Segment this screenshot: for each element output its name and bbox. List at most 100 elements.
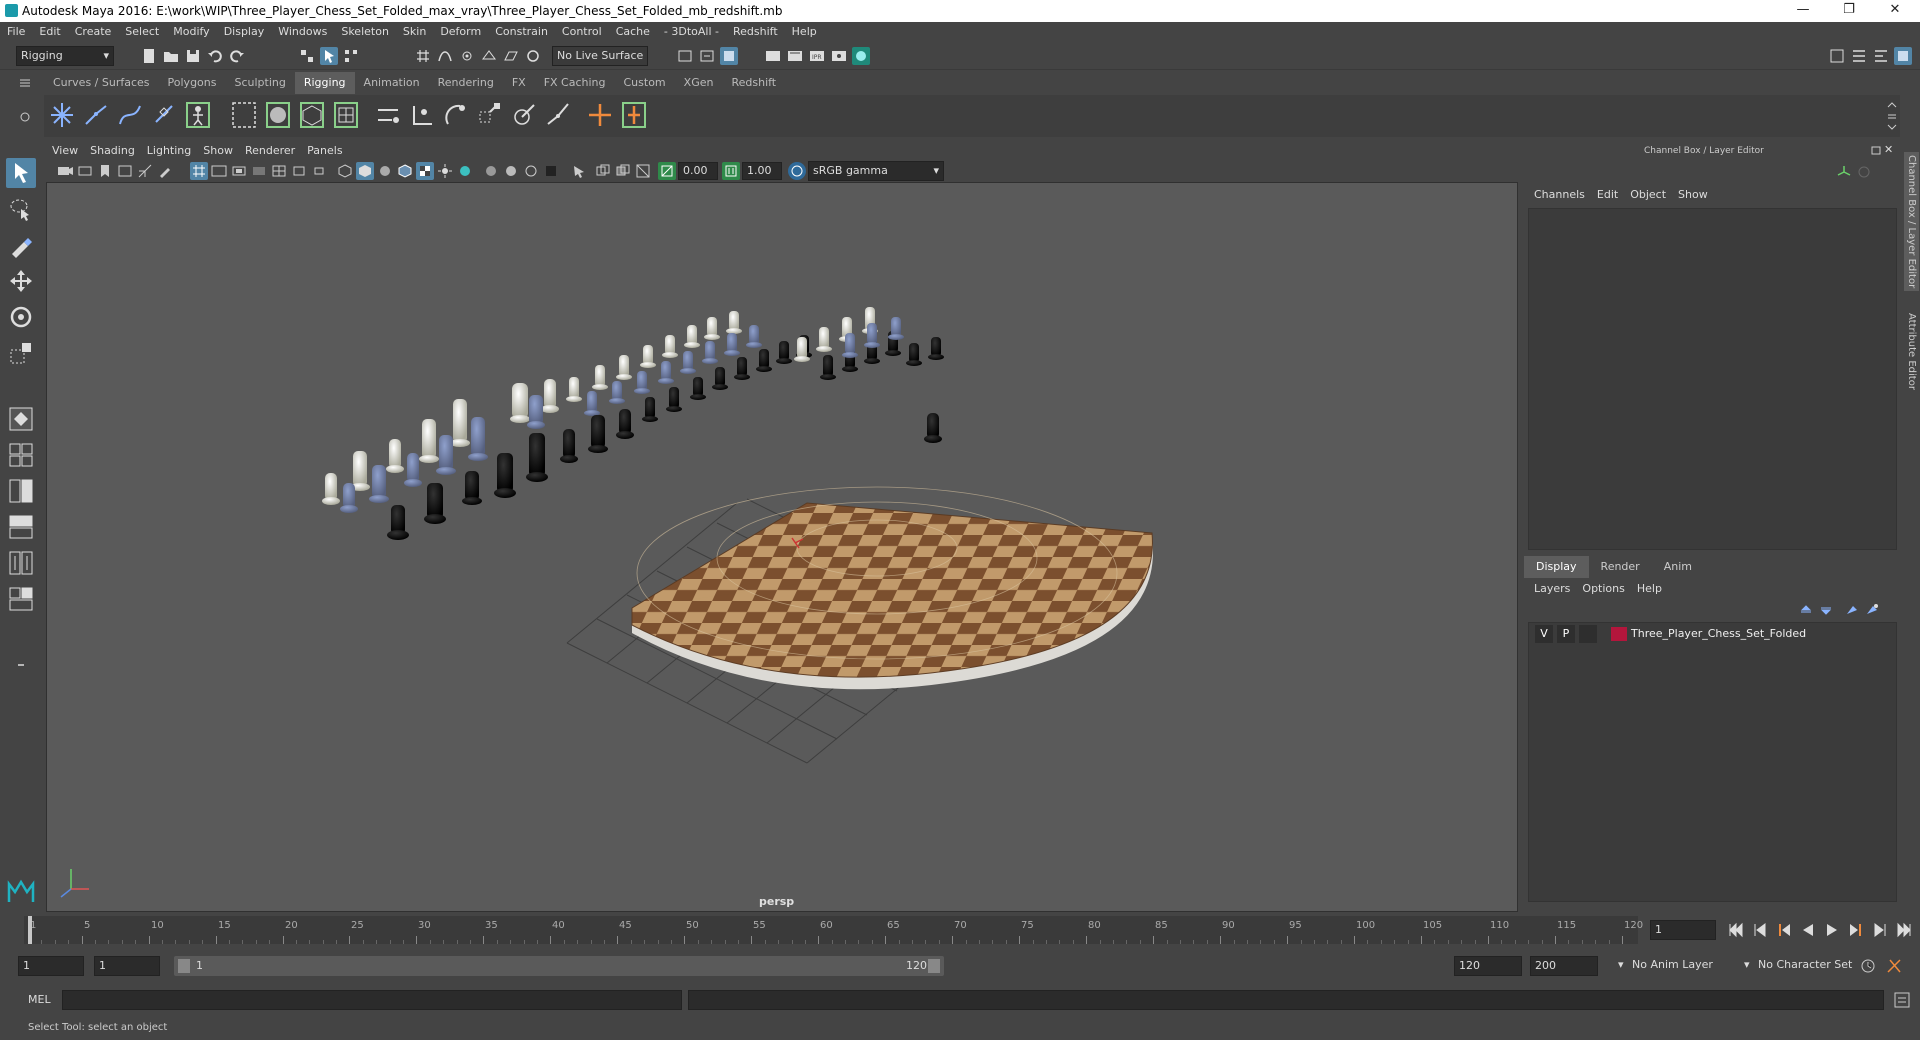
viewport-menu-shading[interactable]: Shading <box>84 142 141 160</box>
viewport-menu-show[interactable]: Show <box>197 142 239 160</box>
hik-character-controls-icon[interactable] <box>618 98 650 132</box>
tab-rendering[interactable]: Rendering <box>429 72 503 94</box>
playback-end-field[interactable]: 120 <box>1454 956 1522 976</box>
anim-layer-dropdown[interactable]: ▾ No Anim Layer <box>1618 956 1744 976</box>
quick-rig-icon[interactable] <box>182 98 214 132</box>
perspective-viewport[interactable]: persp <box>46 182 1518 912</box>
new-layer-icon[interactable] <box>1844 602 1860 618</box>
playback-start-field[interactable]: 1 <box>94 956 160 976</box>
aim-constraint-icon[interactable] <box>508 98 540 132</box>
render-frame-icon[interactable] <box>786 47 804 65</box>
close-panel-icon[interactable]: ✕ <box>1884 144 1896 156</box>
channel-box-menu-object[interactable]: Object <box>1624 186 1672 204</box>
tab-anim[interactable]: Anim <box>1652 556 1704 578</box>
xray-joints-icon[interactable] <box>614 162 632 180</box>
joint-tool-icon[interactable] <box>46 98 78 132</box>
menu-display[interactable]: Display <box>217 22 272 42</box>
menu-edit[interactable]: Edit <box>32 22 67 42</box>
shelf-settings-icon[interactable] <box>18 110 32 124</box>
resolution-gate-icon[interactable] <box>230 162 248 180</box>
menu-constrain[interactable]: Constrain <box>488 22 555 42</box>
tab-polygons[interactable]: Polygons <box>159 72 226 94</box>
shadows-icon[interactable] <box>456 162 474 180</box>
image-plane-icon[interactable] <box>116 162 134 180</box>
animation-start-field[interactable]: 1 <box>18 956 84 976</box>
wireframe-icon[interactable] <box>336 162 354 180</box>
time-slider-track[interactable]: 1 5 10 15 20 25 30 35 40 45 50 55 60 65 70 75 80 85 90 95 10… <box>24 916 1643 944</box>
layer-row[interactable]: V P Three_Player_Chess_Set_Folded <box>1531 625 1894 643</box>
persp-graph-layout-icon[interactable] <box>6 512 36 542</box>
menu-windows[interactable]: Windows <box>271 22 334 42</box>
minimize-button[interactable]: — <box>1780 0 1826 22</box>
layer-visibility-toggle[interactable]: V <box>1535 625 1553 643</box>
2d-pan-zoom-icon[interactable] <box>136 162 154 180</box>
grid-toggle-icon[interactable] <box>190 162 208 180</box>
current-frame-field[interactable]: 1 <box>1650 920 1716 940</box>
menu-create[interactable]: Create <box>68 22 119 42</box>
layer-menu-options[interactable]: Options <box>1576 580 1630 598</box>
camera-icon[interactable] <box>56 162 74 180</box>
construction-history-icon[interactable] <box>676 47 694 65</box>
snap-surface-icon[interactable] <box>502 47 520 65</box>
move-layer-down-icon[interactable] <box>1818 602 1834 618</box>
move-tool-icon[interactable] <box>6 266 36 296</box>
screen-space-ao-icon[interactable] <box>482 162 500 180</box>
grease-pencil-icon[interactable] <box>156 162 174 180</box>
maya-home-icon[interactable] <box>6 876 36 906</box>
xray-icon[interactable] <box>594 162 612 180</box>
range-slider[interactable]: 1 120 <box>174 956 944 976</box>
live-surface-field[interactable]: No Live Surface <box>552 46 648 66</box>
go-to-start-icon[interactable] <box>1726 920 1746 940</box>
motion-blur-icon[interactable] <box>502 162 520 180</box>
smooth-shade-icon[interactable] <box>356 162 374 180</box>
toolbox-more-icon[interactable] <box>6 650 36 680</box>
animation-end-field[interactable]: 200 <box>1530 956 1598 976</box>
channel-box-area[interactable] <box>1528 208 1897 550</box>
bind-skin-icon[interactable] <box>228 98 260 132</box>
multisample-aa-icon[interactable] <box>522 162 540 180</box>
safe-title-icon[interactable] <box>310 162 328 180</box>
exposure-field[interactable]: 0.00 <box>678 162 718 180</box>
menu-deform[interactable]: Deform <box>433 22 488 42</box>
isolate-select-icon[interactable] <box>570 162 588 180</box>
ik-handle-icon[interactable] <box>80 98 112 132</box>
viewport-menu-lighting[interactable]: Lighting <box>141 142 197 160</box>
gamma-icon[interactable] <box>722 162 740 180</box>
channel-box-menu-edit[interactable]: Edit <box>1591 186 1624 204</box>
step-forward-frame-icon[interactable] <box>1846 920 1866 940</box>
play-backwards-icon[interactable] <box>1798 920 1818 940</box>
layer-name[interactable]: Three_Player_Chess_Set_Folded <box>1631 625 1806 643</box>
undo-icon[interactable] <box>206 47 224 65</box>
textured-icon[interactable] <box>416 162 434 180</box>
single-view-layout-icon[interactable] <box>6 404 36 434</box>
tab-attribute-editor-side[interactable]: Attribute Editor <box>1904 310 1919 393</box>
new-layer-selected-icon[interactable] <box>1864 602 1880 618</box>
xray-components-icon[interactable] <box>634 162 652 180</box>
tab-fx-caching[interactable]: FX Caching <box>535 72 615 94</box>
layer-menu-help[interactable]: Help <box>1631 580 1668 598</box>
restore-button[interactable]: ❐ <box>1826 0 1872 22</box>
view-transform-dropdown[interactable]: sRGB gamma ▾ <box>808 161 944 181</box>
auto-key-icon[interactable] <box>1858 956 1878 976</box>
open-scene-icon[interactable] <box>162 47 180 65</box>
persp-outliner-layout-icon[interactable] <box>6 548 36 578</box>
step-forward-key-icon[interactable] <box>1870 920 1890 940</box>
menu-file[interactable]: File <box>0 22 32 42</box>
gamma-field[interactable]: 1.00 <box>742 162 782 180</box>
cluster-icon[interactable] <box>330 98 362 132</box>
script-editor-icon[interactable] <box>1892 990 1912 1010</box>
menu-skeleton[interactable]: Skeleton <box>334 22 396 42</box>
channel-box-menu-channels[interactable]: Channels <box>1528 186 1591 204</box>
go-to-end-icon[interactable] <box>1894 920 1914 940</box>
snap-grid-icon[interactable] <box>414 47 432 65</box>
field-chart-icon[interactable] <box>270 162 288 180</box>
current-time-indicator[interactable] <box>28 916 32 944</box>
ik-spline-icon[interactable] <box>114 98 146 132</box>
redo-icon[interactable] <box>228 47 246 65</box>
menu-redshift[interactable]: Redshift <box>726 22 785 42</box>
orient-constraint-icon[interactable] <box>440 98 472 132</box>
new-scene-icon[interactable] <box>140 47 158 65</box>
menu-3dtoall[interactable]: - 3DtoAll - <box>657 22 726 42</box>
layer-display-type-toggle[interactable] <box>1579 625 1597 643</box>
use-all-lights-icon[interactable] <box>436 162 454 180</box>
